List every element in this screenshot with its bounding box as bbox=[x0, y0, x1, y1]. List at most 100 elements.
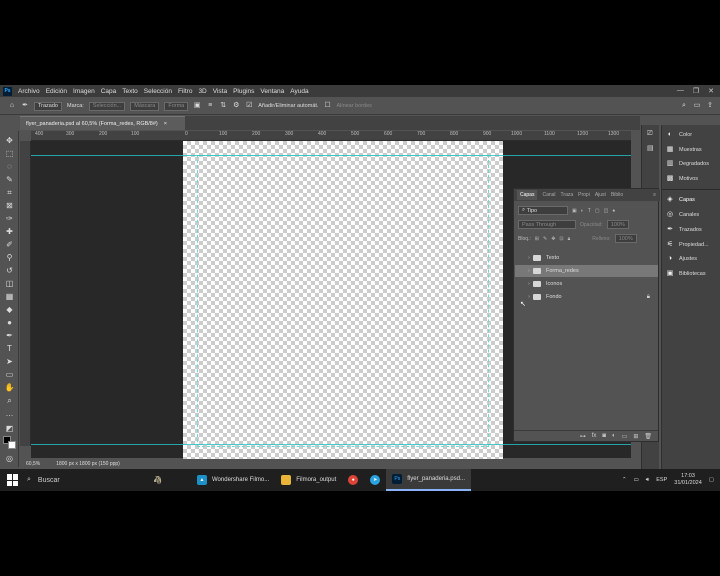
home-icon[interactable]: ⌂ bbox=[8, 102, 16, 110]
quick-mask-icon[interactable]: ◎ bbox=[4, 453, 15, 464]
layer-row[interactable]: › Fondo 🔒︎ bbox=[515, 291, 658, 303]
photoshop-logo-icon[interactable]: Ps bbox=[3, 86, 12, 96]
clock[interactable]: 17:03 31/01/2024 bbox=[674, 473, 702, 487]
gear-icon[interactable]: ⚙ bbox=[232, 102, 240, 110]
lock-artboard-icon[interactable]: ⊡ bbox=[559, 236, 563, 242]
taskbar-app-telegram[interactable]: ➤ bbox=[364, 469, 386, 491]
minimize-icon[interactable]: — bbox=[677, 87, 684, 95]
comments-icon[interactable]: ▤ bbox=[647, 144, 654, 152]
taskbar-app-photoshop[interactable]: Ps flyer_panaderia.psd... bbox=[386, 469, 471, 491]
blur-tool-icon[interactable]: ◆ bbox=[4, 304, 15, 315]
menu-edicion[interactable]: Edición bbox=[46, 88, 67, 95]
lasso-tool-icon[interactable]: ◌ bbox=[4, 161, 15, 172]
dock-item-properties[interactable]: ⚟ Propiedad... bbox=[666, 239, 709, 251]
filter-smart-icon[interactable]: ◫ bbox=[604, 208, 609, 214]
crop-tool-icon[interactable]: ⌗ bbox=[4, 187, 15, 198]
menu-3d[interactable]: 3D bbox=[198, 88, 206, 95]
frame-tool-icon[interactable]: ⊠ bbox=[4, 200, 15, 211]
taskbar-search[interactable]: ⌕ Buscar bbox=[27, 476, 147, 484]
pen-mode-select[interactable]: Trazado bbox=[34, 101, 62, 111]
guide-line[interactable] bbox=[31, 155, 631, 156]
filter-toggle-icon[interactable]: ● bbox=[612, 208, 615, 214]
dock-item-gradients[interactable]: ▥ Degradados bbox=[666, 158, 709, 170]
quick-selection-tool-icon[interactable]: ✎ bbox=[4, 174, 15, 185]
dock-item-layers[interactable]: ◈ Capas bbox=[666, 194, 695, 206]
blend-mode-select[interactable]: Pass Through bbox=[518, 220, 576, 229]
lock-all-icon[interactable]: 🔒︎ bbox=[568, 236, 571, 242]
filter-shape-icon[interactable]: ▢ bbox=[595, 208, 600, 214]
taskbar-widget-zebras[interactable]: 🦓︎ bbox=[147, 469, 191, 491]
chevron-right-icon[interactable]: › bbox=[525, 268, 533, 274]
clone-stamp-tool-icon[interactable]: ⚲ bbox=[4, 252, 15, 263]
menu-capa[interactable]: Capa bbox=[101, 88, 117, 95]
windows-start-icon[interactable] bbox=[7, 474, 19, 486]
tab-layers[interactable]: Capas bbox=[517, 190, 538, 200]
chevron-right-icon[interactable]: › bbox=[525, 281, 533, 287]
pen-tool-icon[interactable]: ✒ bbox=[4, 330, 15, 341]
tab-paths[interactable]: Traza bbox=[561, 192, 574, 198]
path-alignment-icon[interactable]: ≡ bbox=[206, 102, 214, 110]
dodge-tool-icon[interactable]: ● bbox=[4, 317, 15, 328]
history-brush-tool-icon[interactable]: ↺ bbox=[4, 265, 15, 276]
path-arrangement-icon[interactable]: ⇅ bbox=[219, 102, 227, 110]
dock-item-paths[interactable]: ✒ Trazados bbox=[666, 224, 702, 236]
adjustment-layer-icon[interactable]: ◐ bbox=[612, 433, 616, 439]
tab-adjustments[interactable]: Ajust bbox=[595, 192, 606, 198]
healing-brush-tool-icon[interactable]: ✚ bbox=[4, 226, 15, 237]
eyedropper-tool-icon[interactable]: ✑ bbox=[4, 213, 15, 224]
network-icon[interactable]: ▭ bbox=[634, 477, 639, 483]
taskbar-app-chrome[interactable]: ● bbox=[342, 469, 364, 491]
menu-plugins[interactable]: Plugins bbox=[233, 88, 254, 95]
fill-input[interactable]: 100% bbox=[614, 234, 637, 243]
language-indicator[interactable]: ESP bbox=[656, 477, 667, 483]
new-group-icon[interactable]: ▭ bbox=[622, 433, 628, 440]
eraser-tool-icon[interactable]: ◫ bbox=[4, 278, 15, 289]
tab-properties[interactable]: Propi bbox=[578, 192, 590, 198]
more-tools-icon[interactable]: … bbox=[4, 408, 15, 419]
notifications-icon[interactable]: ▢ bbox=[709, 477, 714, 483]
path-operations-icon[interactable]: ▣ bbox=[193, 102, 201, 110]
background-color-swatch[interactable] bbox=[8, 441, 16, 449]
search-icon[interactable]: ⌕ bbox=[680, 102, 688, 110]
chevron-right-icon[interactable]: › bbox=[525, 294, 533, 300]
marquee-tool-icon[interactable]: ⬚ bbox=[4, 148, 15, 159]
guide-line[interactable] bbox=[31, 444, 631, 445]
menu-ventana[interactable]: Ventana bbox=[260, 88, 284, 95]
link-layers-icon[interactable]: ⊶ bbox=[580, 433, 586, 440]
selection-button[interactable]: Selección... bbox=[88, 101, 126, 111]
menu-vista[interactable]: Vista bbox=[213, 88, 227, 95]
document-canvas[interactable] bbox=[183, 141, 503, 461]
lock-image-icon[interactable]: ✎ bbox=[543, 236, 547, 242]
rectangle-tool-icon[interactable]: ▭ bbox=[4, 369, 15, 380]
close-icon[interactable]: ✕ bbox=[708, 87, 714, 95]
layer-row-selected[interactable]: › Forma_redes bbox=[515, 265, 658, 277]
mask-button[interactable]: Máscara bbox=[130, 101, 160, 111]
dock-item-swatches[interactable]: ▦ Muestras bbox=[666, 144, 702, 156]
taskbar-app-folder[interactable]: Filmora_output bbox=[275, 469, 342, 491]
layer-mask-icon[interactable]: ◙ bbox=[602, 433, 606, 439]
shape-button[interactable]: Forma bbox=[164, 101, 189, 111]
panel-menu-icon[interactable]: ≡ bbox=[653, 192, 656, 198]
hand-tool-icon[interactable]: ✋ bbox=[4, 382, 15, 393]
document-tab[interactable]: flyer_panaderia.psd al 60,5% (Forma_rede… bbox=[20, 116, 185, 130]
tab-channels[interactable]: Canal bbox=[542, 192, 555, 198]
dock-item-patterns[interactable]: ▩ Motivos bbox=[666, 173, 698, 185]
layer-row[interactable]: › Texto bbox=[515, 252, 658, 264]
dock-item-adjustments[interactable]: ◑ Ajustes bbox=[666, 253, 697, 265]
gradient-tool-icon[interactable]: ▦ bbox=[4, 291, 15, 302]
path-selection-tool-icon[interactable]: ➤ bbox=[4, 356, 15, 367]
opacity-input[interactable]: 100% bbox=[606, 220, 629, 229]
tab-libraries[interactable]: Biblio bbox=[611, 192, 623, 198]
menu-ayuda[interactable]: Ayuda bbox=[290, 88, 308, 95]
layer-style-icon[interactable]: fx bbox=[592, 433, 597, 439]
taskbar-app-filmora[interactable]: ▲ Wondershare Filmo... bbox=[191, 469, 275, 491]
dock-item-color[interactable]: ◐ Color bbox=[666, 129, 692, 141]
default-colors-icon[interactable]: ◩ bbox=[4, 423, 15, 434]
delete-layer-icon[interactable]: 🗑︎ bbox=[644, 433, 652, 440]
volume-icon[interactable]: 🔊︎ bbox=[646, 477, 649, 484]
align-edges-checkbox[interactable]: ☐ bbox=[323, 102, 331, 110]
move-tool-icon[interactable]: ✥ bbox=[4, 135, 15, 146]
menu-archivo[interactable]: Archivo bbox=[18, 88, 40, 95]
layer-row[interactable]: › Iconos bbox=[515, 278, 658, 290]
zoom-level[interactable]: 60,5% bbox=[26, 461, 40, 467]
